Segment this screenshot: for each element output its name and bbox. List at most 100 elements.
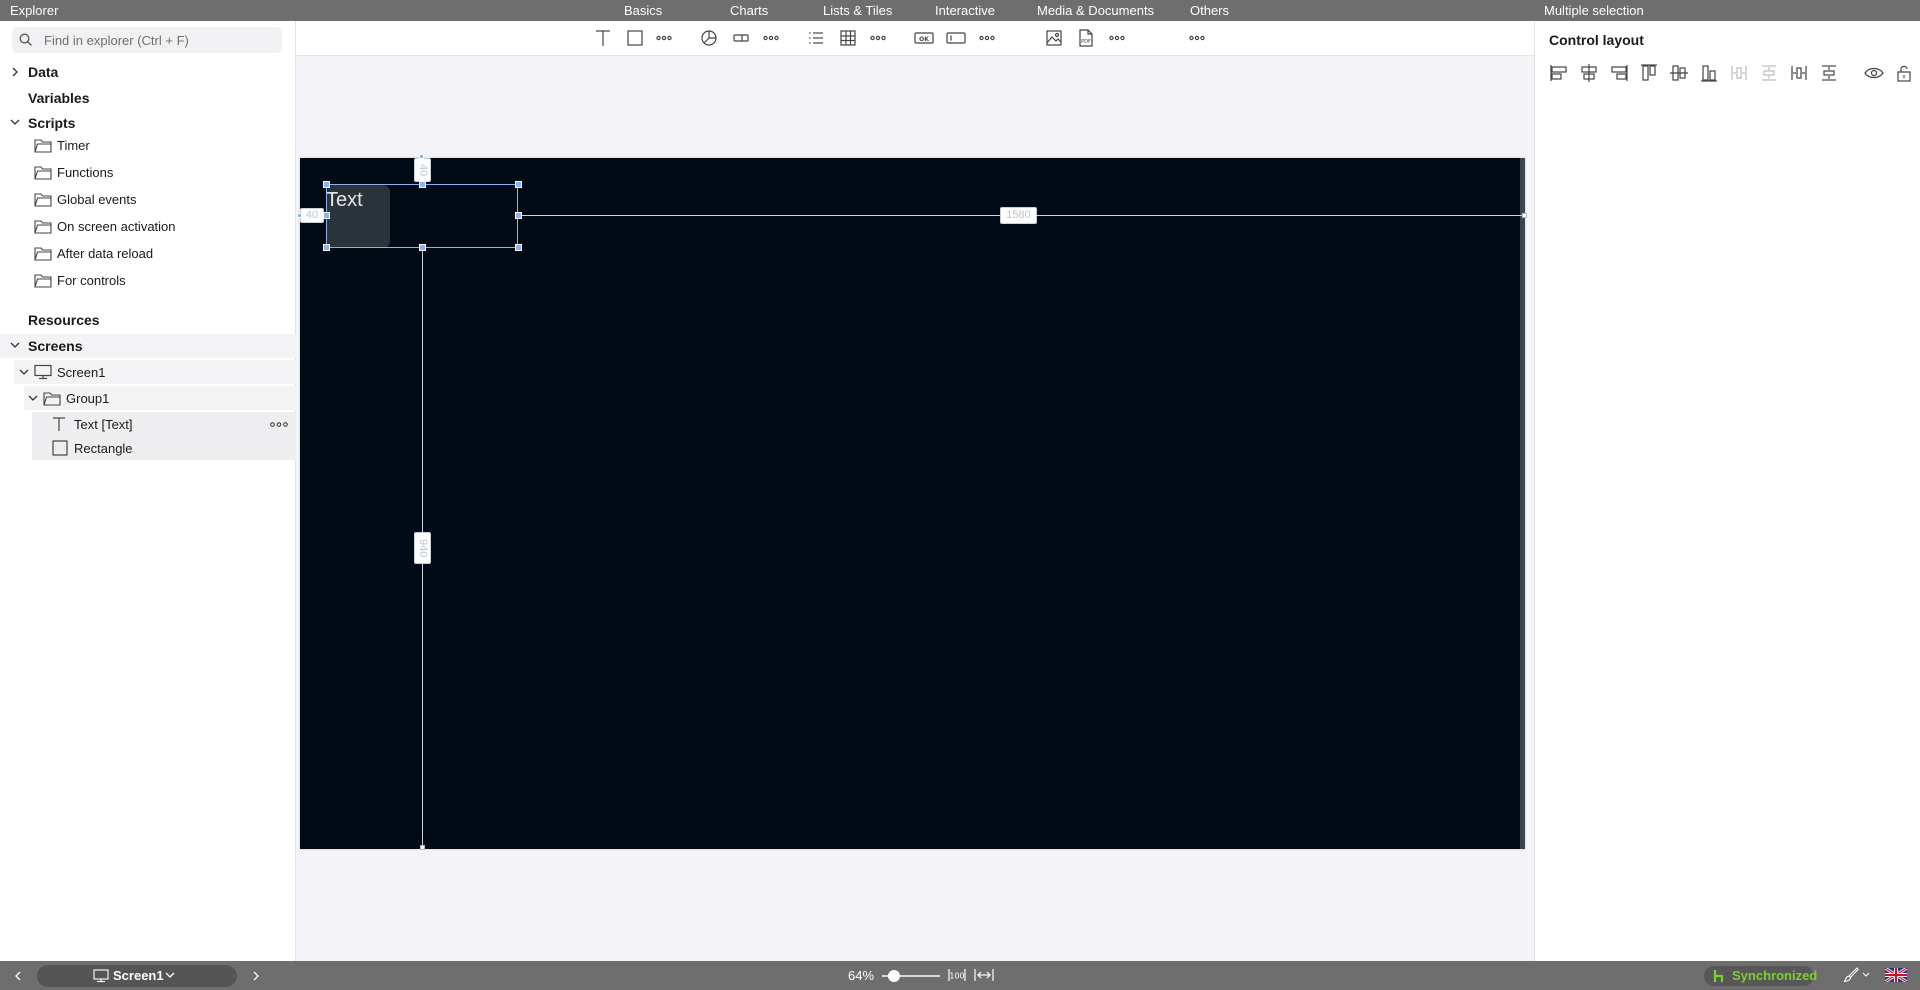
chevron-down-icon[interactable] (10, 118, 20, 126)
zoom-slider[interactable] (882, 968, 940, 984)
tree-section-variables[interactable]: Variables (0, 86, 296, 110)
eye-icon[interactable] (1862, 61, 1886, 85)
tree-section-resources[interactable]: Resources (0, 308, 296, 332)
tab-basics[interactable]: Basics (624, 3, 662, 18)
more-icon[interactable] (1186, 27, 1208, 49)
tree-label: Variables (28, 90, 90, 106)
tree-section-scripts[interactable]: Scripts (0, 111, 296, 135)
script-folder-item[interactable]: Timer (0, 133, 296, 157)
chevron-right-icon[interactable] (11, 67, 19, 77)
screen-selector[interactable]: Screen1 (37, 965, 237, 987)
image-icon[interactable] (1043, 27, 1065, 49)
resize-handle-s[interactable] (419, 244, 426, 251)
resize-handle-nw[interactable] (323, 181, 330, 188)
design-canvas-area[interactable]: Text 40 40 1580 940 (296, 56, 1534, 961)
text-icon[interactable] (592, 27, 614, 49)
resize-handle-n[interactable] (419, 181, 426, 188)
dimension-label-left: 40 (300, 208, 324, 223)
script-folder-label: Timer (57, 138, 90, 153)
align-middle-icon[interactable] (1667, 61, 1691, 85)
tab-lists-tiles[interactable]: Lists & Tiles (823, 3, 892, 18)
more-options-icon[interactable] (270, 422, 288, 427)
selection-box[interactable] (326, 184, 518, 248)
script-folder-item[interactable]: Global events (0, 187, 296, 211)
space-v-icon[interactable] (1817, 61, 1841, 85)
table-icon[interactable] (837, 27, 859, 49)
tab-interactive[interactable]: Interactive (935, 3, 995, 18)
chevron-down-icon[interactable] (10, 341, 20, 349)
pdf-icon[interactable]: PDF (1075, 27, 1097, 49)
tree-label: Rectangle (74, 441, 133, 456)
dimension-label-right: 1580 (1000, 207, 1037, 224)
script-folder-item[interactable]: For controls (0, 268, 296, 292)
align-center-h-icon[interactable] (1577, 61, 1601, 85)
script-folder-item[interactable]: On screen activation (0, 214, 296, 238)
more-icon[interactable] (760, 27, 782, 49)
explorer-search[interactable] (12, 27, 282, 53)
resize-handle-se[interactable] (515, 244, 522, 251)
chevron-down-icon[interactable] (19, 368, 29, 376)
more-icon[interactable] (653, 27, 675, 49)
tree-label: Screen1 (57, 365, 106, 380)
fit-width-icon[interactable] (974, 968, 994, 982)
sync-logo-icon (1712, 969, 1726, 983)
guide-anchor-left (297, 213, 302, 218)
script-folder-item[interactable]: After data reload (0, 241, 296, 265)
tab-media-documents[interactable]: Media & Documents (1037, 3, 1154, 18)
chevron-down-icon[interactable] (28, 394, 38, 402)
script-folder-item[interactable]: Functions (0, 160, 296, 184)
zoom-slider-thumb[interactable] (887, 970, 900, 982)
space-h-icon[interactable] (1787, 61, 1811, 85)
tree-item-screen1[interactable]: Screen1 (14, 360, 296, 384)
more-icon[interactable] (976, 27, 998, 49)
more-icon[interactable] (867, 27, 889, 49)
input-icon[interactable] (945, 27, 967, 49)
resize-handle-e[interactable] (515, 212, 522, 219)
panel-title-explorer: Explorer (10, 3, 59, 18)
tree-item-rectangle[interactable]: Rectangle (32, 436, 296, 460)
script-folder-label: Global events (57, 192, 137, 207)
zoom-100-icon[interactable]: 100 (948, 968, 966, 982)
folder-icon (34, 218, 52, 234)
lock-icon[interactable] (1892, 61, 1916, 85)
tab-others[interactable]: Others (1190, 3, 1229, 18)
align-right-icon[interactable] (1607, 61, 1631, 85)
tree-item-text[interactable]: Text [Text] (32, 412, 296, 436)
align-bottom-icon[interactable] (1697, 61, 1721, 85)
resize-handle-ne[interactable] (515, 181, 522, 188)
uk-flag-icon[interactable] (1885, 968, 1907, 982)
distribute-h-icon[interactable] (1727, 61, 1751, 85)
resize-handle-sw[interactable] (323, 244, 330, 251)
tree-item-group1[interactable]: Group1 (24, 386, 296, 410)
distribute-v-icon[interactable] (1757, 61, 1781, 85)
rectangle-icon[interactable] (624, 27, 646, 49)
more-icon[interactable] (1106, 27, 1128, 49)
chevron-left-icon[interactable] (14, 971, 21, 981)
chevron-right-icon[interactable] (253, 971, 260, 981)
button-icon[interactable]: OK (913, 27, 935, 49)
dimension-label-bottom: 940 (414, 532, 431, 564)
folder-icon (34, 245, 52, 261)
tree-section-screens[interactable]: Screens (0, 334, 296, 358)
chevron-down-icon[interactable] (1862, 972, 1870, 978)
tree-label: Data (28, 64, 59, 80)
list-icon[interactable] (805, 27, 827, 49)
script-folder-label: On screen activation (57, 219, 176, 234)
pie-chart-icon[interactable] (698, 27, 720, 49)
folder-icon (34, 272, 52, 288)
align-left-icon[interactable] (1547, 61, 1571, 85)
script-folder-label: After data reload (57, 246, 154, 261)
screen-canvas[interactable]: Text 40 40 1580 940 (297, 154, 1527, 850)
brush-icon[interactable] (1843, 967, 1859, 983)
tab-charts[interactable]: Charts (730, 3, 768, 18)
tree-label: Screens (28, 338, 83, 354)
svg-text:PDF: PDF (1081, 39, 1091, 45)
bar-icon[interactable] (730, 27, 752, 49)
search-input[interactable] (44, 30, 274, 50)
tree-section-data[interactable]: Data (0, 60, 296, 84)
sync-status[interactable]: Synchronized (1704, 966, 1817, 986)
resize-handle-w[interactable] (323, 212, 330, 219)
folder-icon (34, 137, 52, 153)
tree-label: Resources (28, 312, 100, 328)
align-top-icon[interactable] (1637, 61, 1661, 85)
